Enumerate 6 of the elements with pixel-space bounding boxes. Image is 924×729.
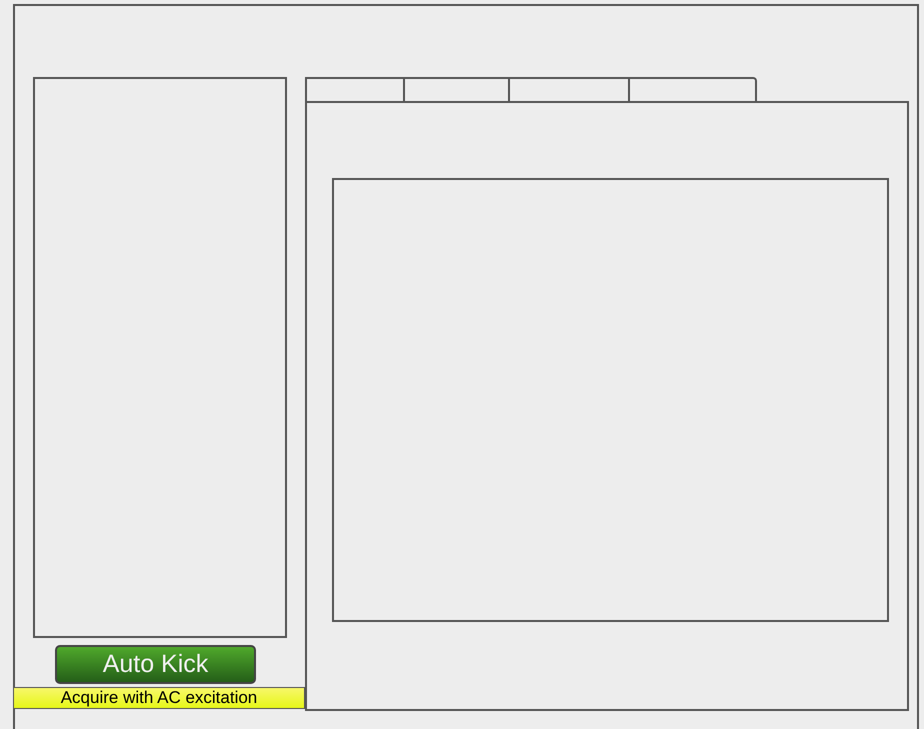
status-label: Acquire with AC excitation [13, 687, 305, 709]
tab[interactable] [630, 77, 757, 101]
tab[interactable] [305, 77, 405, 101]
auto-kick-button[interactable]: Auto Kick [55, 645, 256, 684]
tab[interactable] [510, 77, 630, 101]
tab[interactable] [405, 77, 510, 101]
